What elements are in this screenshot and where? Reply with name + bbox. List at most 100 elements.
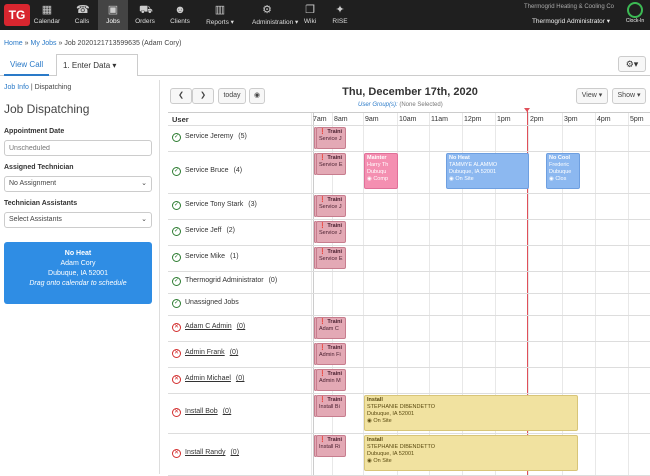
- job-count: (2): [226, 227, 236, 234]
- technician-name[interactable]: Install Randy (0): [185, 449, 239, 456]
- event-subtitle: Install Ri: [319, 444, 341, 450]
- unscheduled-job-card[interactable]: No Heat Adam Cory Dubuque, IA 52001 Drag…: [4, 242, 152, 304]
- training-event[interactable]: ❗ Traini Adam C: [316, 317, 346, 339]
- nav-label: Orders: [135, 18, 155, 25]
- technician-name[interactable]: Admin Michael (0): [185, 375, 244, 382]
- nav-label: Wiki: [303, 18, 317, 25]
- event-title: ❗ Traini: [319, 319, 343, 325]
- nav-calls[interactable]: ☎ Calls: [67, 0, 97, 30]
- tab-view-call[interactable]: View Call: [4, 54, 50, 76]
- event-stub: [314, 343, 317, 365]
- training-event[interactable]: ❗ Traini Install Bi: [316, 395, 346, 417]
- tab-enter-data[interactable]: 1. Enter Data ▾: [56, 54, 138, 76]
- hour-label: 3pm: [564, 116, 578, 123]
- technician-name-text: Admin Frank: [185, 349, 225, 356]
- prev-day-button[interactable]: ❮: [170, 88, 192, 104]
- today-button[interactable]: today: [218, 88, 246, 104]
- assigned-technician-select[interactable]: No Assignment ⌄: [4, 176, 152, 192]
- x-circle-icon: ✕: [172, 449, 181, 458]
- gear-menu-button[interactable]: ⚙▾: [618, 56, 646, 72]
- appointment-date-input[interactable]: [4, 140, 152, 156]
- company-name: Thermogrid Heating & Cooling Co: [523, 4, 614, 10]
- training-event[interactable]: ❗ Traini Service J: [316, 127, 346, 149]
- briefcase-icon: ▣: [107, 4, 119, 16]
- nocool-event[interactable]: No Cool Frederic Dubuque ◉ Clos: [546, 153, 580, 189]
- nav-jobs[interactable]: ▣ Jobs: [98, 0, 128, 30]
- event-title: ❗ Traini: [319, 223, 343, 229]
- nav-calendar[interactable]: ▦ Calendar: [32, 0, 62, 30]
- clock-in-button[interactable]: Clock-In: [622, 2, 648, 28]
- training-event[interactable]: ❗ Traini Service E: [316, 247, 346, 269]
- training-event[interactable]: ❗ Traini Admin M: [316, 369, 346, 391]
- tg-logo[interactable]: TG: [4, 4, 30, 26]
- view-dropdown[interactable]: View ▾: [576, 88, 608, 104]
- next-day-button[interactable]: ❯: [192, 88, 214, 104]
- nav-wiki[interactable]: ❐ Wiki: [295, 0, 325, 30]
- training-event[interactable]: ❗ Traini Admin Fi: [316, 343, 346, 365]
- technician-assistants-select[interactable]: Select Assistants ⌄: [4, 212, 152, 228]
- technician-name: Unassigned Jobs: [185, 299, 244, 306]
- technician-name[interactable]: Install Bob (0): [185, 408, 231, 415]
- phone-icon: ☎: [76, 4, 90, 16]
- event-subtitle: Install Bi: [319, 404, 340, 410]
- user-menu[interactable]: Thermogrid Administrator ▾: [532, 17, 610, 25]
- nav-label: Clients: [170, 18, 190, 25]
- breadcrumb-home[interactable]: Home: [4, 40, 23, 47]
- user-group-link[interactable]: User Group(s):: [358, 102, 398, 108]
- job-info-link[interactable]: Job Info: [4, 84, 29, 91]
- training-event[interactable]: ❗ Traini Service E: [316, 153, 346, 175]
- event-subtitle: Service J: [319, 204, 342, 210]
- dispatching-link[interactable]: Dispatching: [35, 84, 72, 91]
- maint-event[interactable]: Mainter Harry Th Dubuqu ◉ Comp: [364, 153, 398, 189]
- technician-name[interactable]: Admin Frank (0): [185, 349, 238, 356]
- event-line: No Cool: [549, 155, 571, 161]
- job-count: (1): [230, 253, 239, 260]
- nav-label: Calls: [74, 18, 90, 25]
- assigned-technician-value: No Assignment: [9, 180, 57, 187]
- event-stub: [314, 395, 317, 417]
- hour-gridline: [595, 113, 596, 475]
- job-count: (0): [268, 277, 278, 284]
- hour-label: 7am: [313, 116, 327, 123]
- technician-name[interactable]: Adam C Admin (0): [185, 323, 245, 330]
- nav-label: Jobs: [106, 18, 120, 25]
- noheat-event[interactable]: No Heat TAMMYE ALAMMO Dubuque, IA 52001 ◉ O…: [446, 153, 529, 189]
- technician-name: Thermogrid Administrator (0): [185, 277, 277, 284]
- event-line: No Heat: [449, 155, 470, 161]
- event-stub: [314, 153, 317, 175]
- calendar-date-title: Thu, December 17th, 2020: [342, 86, 478, 98]
- breadcrumb-my-jobs[interactable]: My Jobs: [30, 40, 56, 47]
- globe-icon[interactable]: ◉: [249, 88, 265, 104]
- hour-label: 8am: [334, 116, 348, 123]
- job-count: (0): [230, 449, 240, 456]
- training-event[interactable]: ❗ Traini Install Ri: [316, 435, 346, 457]
- event-title: ❗ Traini: [319, 129, 343, 135]
- nav-clients[interactable]: ☻ Clients: [165, 0, 195, 30]
- show-dropdown[interactable]: Show ▾: [612, 88, 646, 104]
- technician-row: ✓ Unassigned Jobs: [168, 293, 313, 315]
- training-event[interactable]: ❗ Traini Service J: [316, 195, 346, 217]
- chevron-down-icon: ⌄: [141, 180, 147, 187]
- hour-label: 1pm: [497, 116, 511, 123]
- job-count: (3): [248, 201, 257, 208]
- event-stub: [314, 247, 317, 269]
- event-subtitle: Admin M: [319, 378, 341, 384]
- job-count: (5): [238, 133, 247, 140]
- nav-reports[interactable]: ▥ Reports ▾: [205, 0, 235, 30]
- nav-rise[interactable]: ✦ RISE: [325, 0, 355, 30]
- check-circle-icon: ✓: [172, 299, 181, 308]
- job-card-city: Dubuque, IA 52001: [48, 270, 108, 277]
- job-count: (0): [235, 375, 245, 382]
- install1-event[interactable]: Install STEPHANIE DIBENDETTO Dubuque, IA 5…: [364, 395, 578, 431]
- technician-name-text: Admin Michael: [185, 375, 231, 382]
- install2-event[interactable]: Install STEPHANIE DIBENDETTO Dubuque, IA 5…: [364, 435, 578, 471]
- training-event[interactable]: ❗ Traini Service J: [316, 221, 346, 243]
- event-stub: [314, 369, 317, 391]
- nav-administration[interactable]: ⚙ Administration ▾: [252, 0, 298, 30]
- clock-in-label: Clock-In: [625, 18, 645, 24]
- users-icon: ☻: [174, 4, 186, 16]
- event-line: Install: [367, 437, 383, 443]
- technician-name-text: Service Jeff: [185, 227, 222, 234]
- technician-name-text: Install Bob: [185, 408, 218, 415]
- nav-orders[interactable]: ⛟ Orders: [130, 0, 160, 30]
